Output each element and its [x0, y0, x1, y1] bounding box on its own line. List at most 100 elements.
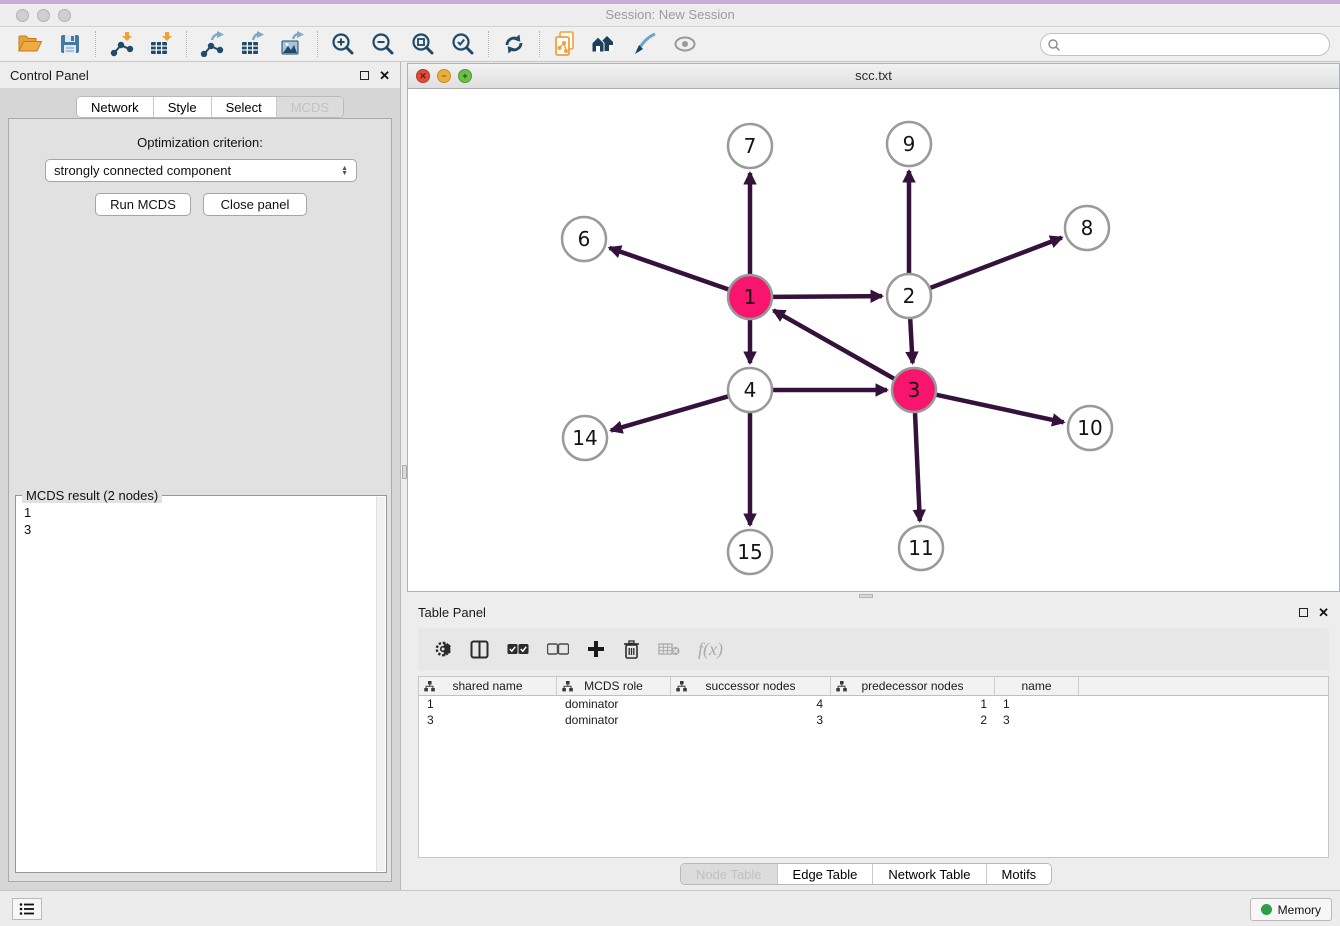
- zoom-in-icon[interactable]: [323, 29, 363, 59]
- tab-mcds[interactable]: MCDS: [277, 97, 343, 117]
- toolbar-separator: [317, 31, 318, 57]
- graph-edge-1-6[interactable]: [609, 248, 728, 290]
- mcds-result-item: 3: [24, 521, 31, 538]
- close-panel-icon[interactable]: ✕: [1318, 606, 1329, 619]
- graph-node-label-2: 2: [903, 284, 916, 308]
- graph-edge-2-8[interactable]: [930, 238, 1061, 288]
- close-panel-icon[interactable]: ✕: [379, 69, 390, 82]
- function-builder-icon[interactable]: f(x): [698, 639, 723, 660]
- graph-node-label-3: 3: [908, 378, 921, 402]
- export-image-icon[interactable]: [272, 29, 312, 59]
- mcds-result-box[interactable]: MCDS result (2 nodes) 1 3: [15, 495, 387, 873]
- tab-network[interactable]: Network: [77, 97, 154, 117]
- split-view-icon[interactable]: [470, 640, 489, 659]
- export-network-icon[interactable]: [192, 29, 232, 59]
- column-header-filler: [1079, 677, 1328, 695]
- column-header-predecessor-nodes[interactable]: predecessor nodes: [831, 677, 995, 695]
- close-panel-button[interactable]: Close panel: [203, 193, 307, 216]
- network-canvas[interactable]: 7968124314101511: [408, 89, 1339, 591]
- table-row[interactable]: 1 dominator 4 1 1: [419, 696, 1328, 712]
- status-bar: Memory: [0, 890, 1340, 926]
- column-header-successor-nodes[interactable]: successor nodes: [671, 677, 831, 695]
- search-box[interactable]: [1040, 33, 1330, 56]
- column-header-name[interactable]: name: [995, 677, 1079, 695]
- search-input[interactable]: [1061, 35, 1329, 54]
- zoom-fit-icon[interactable]: [403, 29, 443, 59]
- delete-column-trash-icon[interactable]: [623, 640, 640, 659]
- graphics-details-eye-icon[interactable]: [665, 29, 705, 59]
- delete-table-icon[interactable]: [658, 642, 680, 656]
- frame-close-button[interactable]: ✕: [416, 69, 430, 83]
- criterion-select[interactable]: strongly connected component ▲▼: [45, 159, 357, 182]
- tab-style[interactable]: Style: [154, 97, 212, 117]
- horizontal-splitter[interactable]: [407, 592, 1340, 600]
- window-zoom-button[interactable]: [58, 9, 71, 22]
- annotation-brush-icon[interactable]: [625, 29, 665, 59]
- zoom-out-icon[interactable]: [363, 29, 403, 59]
- graph-edge-4-14[interactable]: [611, 396, 728, 430]
- column-header-mcds-role[interactable]: MCDS role: [557, 677, 671, 695]
- toolbar-separator: [539, 31, 540, 57]
- add-column-plus-icon[interactable]: [587, 640, 605, 658]
- table-settings-gear-icon[interactable]: [434, 640, 452, 658]
- toolbar-separator: [488, 31, 489, 57]
- export-table-icon[interactable]: [232, 29, 272, 59]
- splitter-handle[interactable]: [859, 594, 873, 598]
- graph-node-label-9: 9: [903, 132, 916, 156]
- table-panel-title: Table Panel: [418, 605, 1299, 620]
- tab-node-table[interactable]: Node Table: [681, 864, 778, 884]
- task-history-button[interactable]: [12, 898, 42, 920]
- import-network-icon[interactable]: [101, 29, 141, 59]
- window-titlebar: Session: New Session: [0, 4, 1340, 27]
- column-type-icon: [676, 681, 687, 692]
- graph-edge-3-11[interactable]: [915, 413, 920, 521]
- column-type-icon: [424, 681, 435, 692]
- graph-node-label-7: 7: [744, 134, 757, 158]
- main-toolbar: [0, 27, 1340, 62]
- tab-edge-table[interactable]: Edge Table: [778, 864, 874, 884]
- tab-network-table[interactable]: Network Table: [873, 864, 986, 884]
- node-table: shared name MCDS role successor nodes pr…: [418, 676, 1329, 858]
- result-scrollbar[interactable]: [376, 497, 385, 871]
- memory-button[interactable]: Memory: [1250, 898, 1332, 921]
- run-mcds-button[interactable]: Run MCDS: [95, 193, 191, 216]
- cell-successor-nodes: 4: [671, 696, 831, 712]
- table-toolbar: f(x): [418, 628, 1329, 670]
- control-panel: Control Panel ✕ Network Style Select MCD…: [0, 62, 400, 890]
- cell-name: 1: [995, 696, 1079, 712]
- apply-layout-icon[interactable]: [494, 29, 534, 59]
- select-all-columns-icon[interactable]: [507, 643, 529, 655]
- mcds-result-title: MCDS result (2 nodes): [22, 488, 162, 503]
- vertical-splitter[interactable]: [400, 62, 407, 890]
- window-minimize-button[interactable]: [37, 9, 50, 22]
- tab-motifs[interactable]: Motifs: [987, 864, 1052, 884]
- column-header-shared-name[interactable]: shared name: [419, 677, 557, 695]
- graph-edge-3-1[interactable]: [773, 310, 894, 378]
- toolbar-separator: [95, 31, 96, 57]
- memory-status-icon: [1261, 904, 1272, 915]
- mcds-panel-body: Optimization criterion: strongly connect…: [8, 118, 392, 882]
- table-row[interactable]: 3 dominator 3 2 3: [419, 712, 1328, 728]
- table-tabs: Node Table Edge Table Network Table Moti…: [680, 863, 1052, 885]
- cell-shared-name: 1: [419, 696, 557, 712]
- network-frame-titlebar[interactable]: ✕ − + scc.txt: [408, 64, 1339, 89]
- mcds-result-item: 1: [24, 504, 31, 521]
- graph-edge-1-2[interactable]: [773, 296, 882, 297]
- graph-edge-3-10[interactable]: [936, 395, 1063, 422]
- save-session-icon[interactable]: [50, 29, 90, 59]
- frame-maximize-button[interactable]: +: [458, 69, 472, 83]
- import-table-icon[interactable]: [141, 29, 181, 59]
- control-panel-header: Control Panel ✕: [0, 62, 400, 88]
- window-close-button[interactable]: [16, 9, 29, 22]
- new-network-from-selection-icon[interactable]: [545, 29, 585, 59]
- frame-minimize-button[interactable]: −: [437, 69, 451, 83]
- deselect-all-columns-icon[interactable]: [547, 643, 569, 655]
- graph-edge-2-3[interactable]: [910, 319, 912, 363]
- float-panel-icon[interactable]: [360, 71, 369, 80]
- open-session-icon[interactable]: [10, 29, 50, 59]
- graph-node-label-4: 4: [744, 378, 757, 402]
- tab-select[interactable]: Select: [212, 97, 277, 117]
- first-neighbors-icon[interactable]: [585, 29, 625, 59]
- zoom-selected-icon[interactable]: [443, 29, 483, 59]
- float-panel-icon[interactable]: [1299, 608, 1308, 617]
